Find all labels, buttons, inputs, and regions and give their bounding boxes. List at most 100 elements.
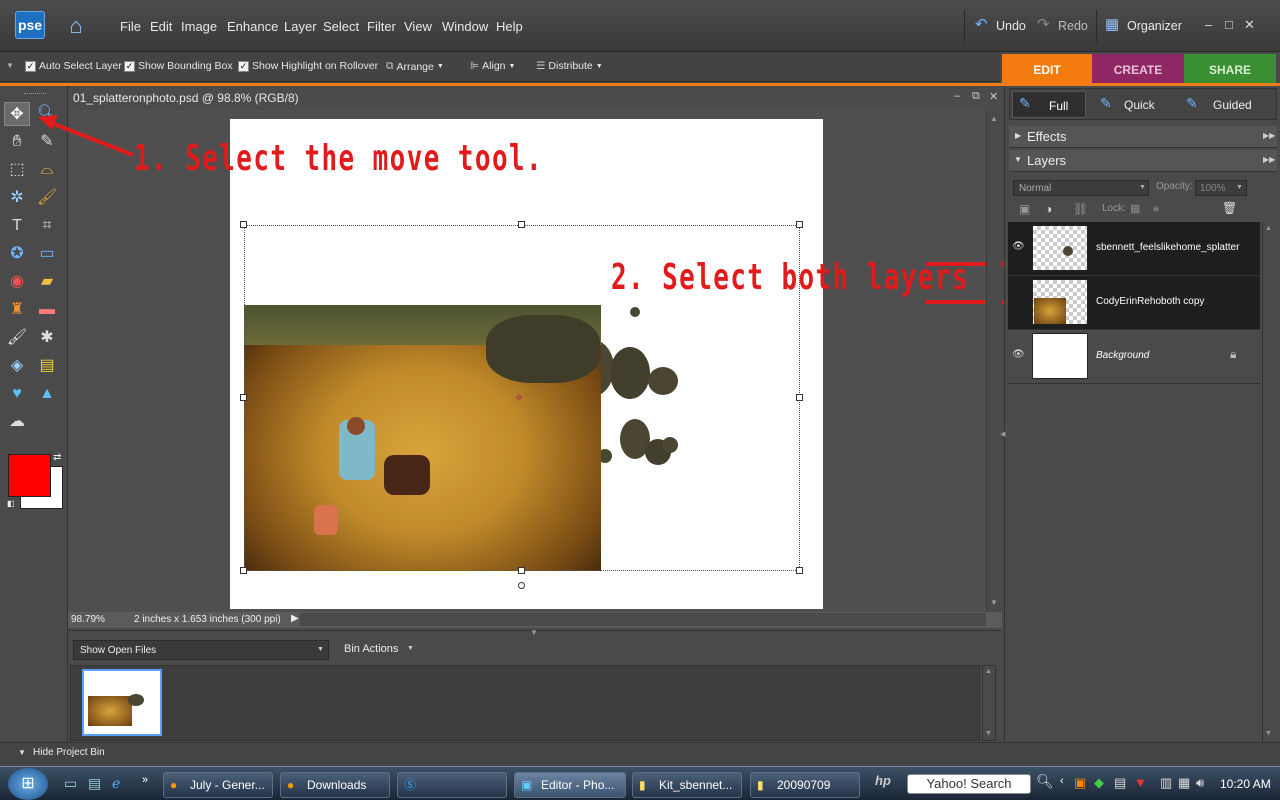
layers-scrollbar[interactable]: ▲ ▼ bbox=[1262, 222, 1276, 742]
task-firefox-july[interactable]: ● July - Gener... bbox=[163, 772, 273, 798]
guided-edit-icon[interactable]: ✎ bbox=[1186, 95, 1198, 112]
panel-collapse-handle[interactable]: ◀ bbox=[1000, 430, 1005, 438]
close-button[interactable]: ✕ bbox=[1244, 17, 1255, 33]
task-skype[interactable]: Ⓢ bbox=[397, 772, 507, 798]
canvas-vertical-scrollbar[interactable]: ▲ ▼ bbox=[986, 110, 1002, 612]
show-open-files-dropdown[interactable]: Show Open Files ▼ bbox=[73, 640, 329, 660]
options-menu-icon[interactable]: ▼ bbox=[6, 61, 14, 70]
zoom-level[interactable]: 98.79% bbox=[71, 614, 105, 625]
adjustment-layer-icon[interactable]: ◑ bbox=[1045, 202, 1052, 216]
toolbox-grip[interactable] bbox=[24, 93, 46, 95]
menu-view[interactable]: View bbox=[404, 19, 432, 34]
show-bounding-box-checkbox[interactable]: ✓ Show Bounding Box bbox=[124, 60, 233, 72]
clone-stamp-tool-icon[interactable]: ♜ bbox=[4, 298, 30, 322]
layer-row-photo[interactable]: CodyErinRehoboth copy bbox=[1008, 276, 1260, 330]
open-file-thumbnail[interactable] bbox=[82, 669, 162, 736]
doc-close-button[interactable]: ✕ bbox=[989, 90, 998, 103]
hp-logo-icon[interactable]: hp bbox=[875, 773, 891, 788]
doc-minimize-button[interactable]: – bbox=[954, 90, 960, 102]
tray-app-icon[interactable]: ▣ bbox=[1074, 775, 1086, 791]
redo-button[interactable]: Redo bbox=[1058, 19, 1088, 33]
status-menu-arrow-icon[interactable]: ▶ bbox=[291, 613, 299, 624]
menu-layer[interactable]: Layer bbox=[284, 19, 317, 34]
panel-menu-icon[interactable]: ▶▶ bbox=[1263, 131, 1275, 140]
yahoo-search-input[interactable]: Yahoo! Search bbox=[907, 774, 1031, 794]
hand-tool-icon[interactable]: ✋︎ bbox=[4, 130, 30, 154]
brush-tool-icon[interactable]: 🖌︎ bbox=[4, 326, 30, 350]
bin-actions-button[interactable]: Bin Actions bbox=[344, 643, 398, 655]
menu-help[interactable]: Help bbox=[496, 19, 523, 34]
layers-panel-header[interactable]: ▼ Layers ▶▶ bbox=[1009, 150, 1277, 172]
tab-create[interactable]: CREATE bbox=[1092, 54, 1184, 84]
menu-select[interactable]: Select bbox=[323, 19, 359, 34]
canvas-area[interactable]: ⌖ 1. Select the move tool. 2. Select bot… bbox=[38, 110, 1008, 612]
switch-windows-icon[interactable]: ▤ bbox=[88, 775, 101, 792]
layer-row-background[interactable]: 👁︎ Background 🔒︎ bbox=[1008, 330, 1260, 384]
tray-app-icon[interactable]: ▤ bbox=[1114, 775, 1126, 791]
canvas-horizontal-scrollbar[interactable] bbox=[300, 613, 986, 626]
undo-icon[interactable]: ↶ bbox=[975, 15, 988, 33]
lock-transparent-icon[interactable]: ▦ bbox=[1130, 202, 1140, 215]
visibility-eye-icon[interactable]: 👁︎ bbox=[1012, 241, 1025, 252]
layer-row-splatter[interactable]: 👁︎ sbennett_feelslikehome_splatter bbox=[1008, 222, 1260, 276]
doc-restore-button[interactable]: ⧉ bbox=[972, 90, 980, 103]
undo-button[interactable]: Undo bbox=[996, 19, 1026, 33]
start-button[interactable]: ⊞ bbox=[8, 768, 48, 800]
link-layers-icon[interactable]: ⛓ bbox=[1073, 202, 1088, 216]
tab-share[interactable]: SHARE bbox=[1184, 54, 1276, 84]
paint-bucket-tool-icon[interactable]: ◈ bbox=[4, 354, 30, 378]
full-mode-button[interactable]: ✎ Full bbox=[1012, 91, 1086, 118]
home-icon[interactable]: ⌂ bbox=[62, 12, 90, 40]
organizer-icon[interactable]: ▦ bbox=[1105, 15, 1119, 33]
organizer-button[interactable]: Organizer bbox=[1127, 19, 1182, 33]
tray-app-icon[interactable]: ▥ bbox=[1160, 775, 1172, 791]
quicklaunch-more-icon[interactable]: » bbox=[142, 774, 148, 786]
minimize-button[interactable]: – bbox=[1205, 17, 1212, 32]
blend-mode-dropdown[interactable]: Normal ▼ bbox=[1013, 180, 1149, 196]
search-icon[interactable]: 🔍︎ bbox=[1036, 773, 1054, 790]
move-tool-icon[interactable]: ✥ bbox=[4, 102, 30, 126]
menu-edit[interactable]: Edit bbox=[150, 19, 172, 34]
clock[interactable]: 10:20 AM bbox=[1220, 777, 1271, 791]
hide-project-bin-button[interactable]: Hide Project Bin bbox=[33, 747, 105, 758]
maximize-button[interactable]: □ bbox=[1225, 17, 1233, 32]
magic-wand-tool-icon[interactable]: ✲ bbox=[4, 186, 30, 210]
task-20090709-folder[interactable]: ▮ 20090709 bbox=[750, 772, 860, 798]
network-icon[interactable]: ▦ bbox=[1178, 775, 1190, 791]
tray-app-icon[interactable]: ◆ bbox=[1094, 775, 1104, 791]
visibility-eye-icon[interactable]: 👁︎ bbox=[1012, 349, 1025, 360]
distribute-button[interactable]: ☰ Distribute ▼ bbox=[536, 60, 603, 72]
tray-expand-icon[interactable]: ‹ bbox=[1060, 775, 1064, 787]
default-colors-icon[interactable]: ◧ bbox=[7, 499, 15, 508]
quick-mode-button[interactable]: Quick bbox=[1124, 98, 1155, 112]
new-layer-icon[interactable]: ▣ bbox=[1019, 202, 1030, 216]
task-editor-photoshop[interactable]: ▣ Editor - Pho... bbox=[514, 772, 626, 798]
quick-edit-icon[interactable]: ✎ bbox=[1100, 95, 1112, 112]
foreground-color-fill[interactable] bbox=[8, 454, 51, 497]
hide-bin-icon[interactable]: ▼ bbox=[18, 748, 26, 757]
effects-panel-header[interactable]: ▶ Effects ▶▶ bbox=[1009, 126, 1277, 148]
menu-file[interactable]: File bbox=[120, 19, 141, 34]
marquee-tool-icon[interactable]: ⬚ bbox=[4, 158, 30, 182]
delete-layer-icon[interactable]: 🗑︎ bbox=[1222, 201, 1237, 215]
opacity-field[interactable]: 100% ▼ bbox=[1195, 180, 1247, 196]
task-kit-folder[interactable]: ▮ Kit_sbennet... bbox=[632, 772, 742, 798]
guided-mode-button[interactable]: Guided bbox=[1213, 98, 1252, 112]
type-tool-icon[interactable]: T bbox=[4, 214, 30, 238]
auto-select-layer-checkbox[interactable]: ✓ Auto Select Layer bbox=[25, 60, 122, 72]
cookie-cutter-tool-icon[interactable]: ✪ bbox=[4, 242, 30, 266]
tray-antivirus-icon[interactable]: ▼ bbox=[1134, 775, 1147, 790]
redo-icon[interactable]: ↷ bbox=[1037, 15, 1050, 33]
shape-tool-icon[interactable]: ♥ bbox=[4, 382, 30, 406]
bin-actions-chevron-icon[interactable]: ▼ bbox=[407, 645, 414, 652]
sponge-tool-icon[interactable]: ☁︎ bbox=[4, 410, 30, 434]
red-eye-tool-icon[interactable]: ◉ bbox=[4, 270, 30, 294]
menu-filter[interactable]: Filter bbox=[367, 19, 396, 34]
ie-icon[interactable]: ℯ bbox=[112, 775, 120, 792]
menu-image[interactable]: Image bbox=[181, 19, 217, 34]
menu-enhance[interactable]: Enhance bbox=[227, 19, 278, 34]
bin-scrollbar[interactable]: ▲ ▼ bbox=[982, 665, 996, 741]
align-button[interactable]: ⊫ Align ▼ bbox=[470, 60, 515, 72]
menu-window[interactable]: Window bbox=[442, 19, 488, 34]
show-highlight-checkbox[interactable]: ✓ Show Highlight on Rollover bbox=[238, 60, 378, 72]
